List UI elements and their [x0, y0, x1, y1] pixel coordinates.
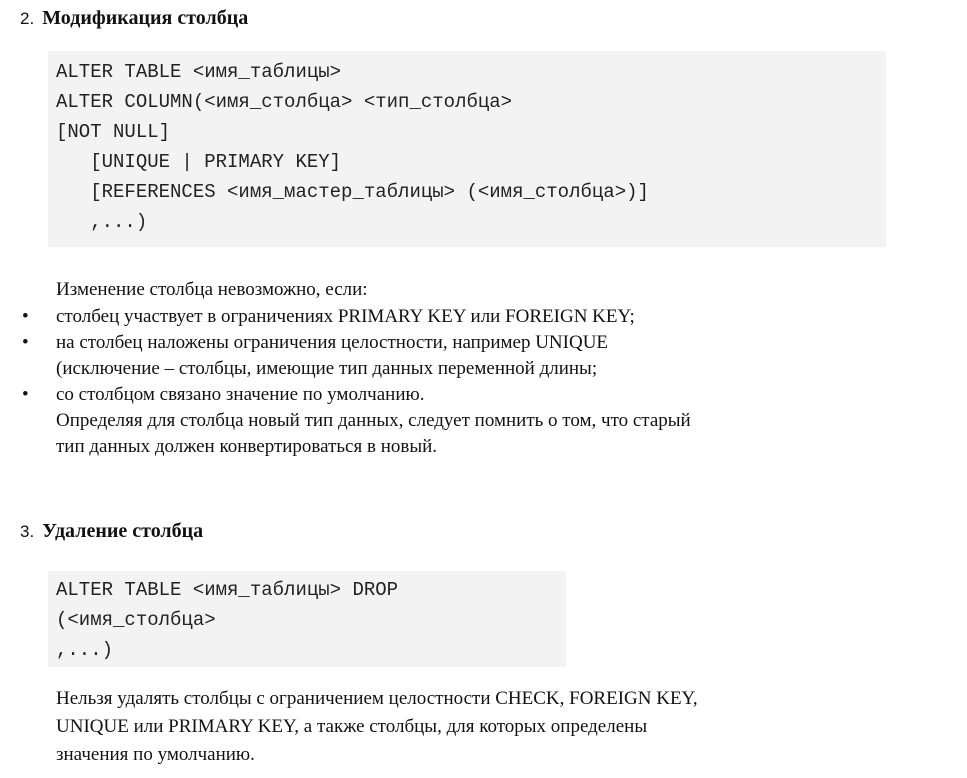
- paragraph-note-line: тип данных должен конвертироваться в нов…: [56, 436, 438, 457]
- list-item: столбец участвует в ограничениях PRIMARY…: [56, 306, 635, 327]
- code-block-alter-column: ALTER TABLE <имя_таблицы> ALTER COLUMN(<…: [48, 51, 886, 247]
- code-line: [NOT NULL]: [56, 121, 171, 143]
- section-3-heading: 3. Удаление столбца: [20, 519, 203, 544]
- bullet-marker: •: [22, 306, 29, 327]
- code-line: ,...): [56, 211, 148, 233]
- code-line: (<имя_столбца>: [56, 609, 216, 631]
- code-line: ,...): [56, 639, 114, 661]
- code-line: ALTER COLUMN(<имя_столбца> <тип_столбца>: [56, 91, 513, 113]
- code-block-drop-column: ALTER TABLE <имя_таблицы> DROP (<имя_сто…: [48, 571, 566, 667]
- code-line: [UNIQUE | PRIMARY KEY]: [56, 151, 342, 173]
- list-item: на столбец наложены ограничения целостно…: [56, 332, 609, 353]
- list-item-continuation: (исключение – столбцы, имеющие тип данны…: [56, 358, 598, 379]
- code-line: ALTER TABLE <имя_таблицы>: [56, 61, 342, 83]
- section-3-number: 3.: [20, 522, 35, 541]
- list-item: со столбцом связано значение по умолчани…: [56, 384, 425, 405]
- paragraph-drop-line: Нельзя удалять столбцы с ограничением це…: [56, 688, 698, 709]
- bullet-marker: •: [22, 384, 29, 405]
- section-2-heading: 2. Модификация столбца: [20, 6, 248, 31]
- code-line: ALTER TABLE <имя_таблицы> DROP: [56, 579, 399, 601]
- code-line: [REFERENCES <имя_мастер_таблицы> (<имя_с…: [56, 181, 649, 203]
- paragraph-intro: Изменение столбца невозможно, если:: [56, 279, 368, 300]
- section-3-title: Удаление столбца: [42, 520, 204, 542]
- paragraph-drop-line: значения по умолчанию.: [56, 744, 255, 765]
- paragraph-note-line: Определяя для столбца новый тип данных, …: [56, 410, 691, 431]
- document-page: 2. Модификация столбца ALTER TABLE <имя_т…: [0, 0, 967, 778]
- section-2-title: Модификация столбца: [42, 7, 249, 29]
- paragraph-drop-line: UNIQUE или PRIMARY KEY, а также столбцы,…: [56, 716, 648, 737]
- bullet-marker: •: [22, 332, 29, 353]
- section-2-number: 2.: [20, 9, 35, 28]
